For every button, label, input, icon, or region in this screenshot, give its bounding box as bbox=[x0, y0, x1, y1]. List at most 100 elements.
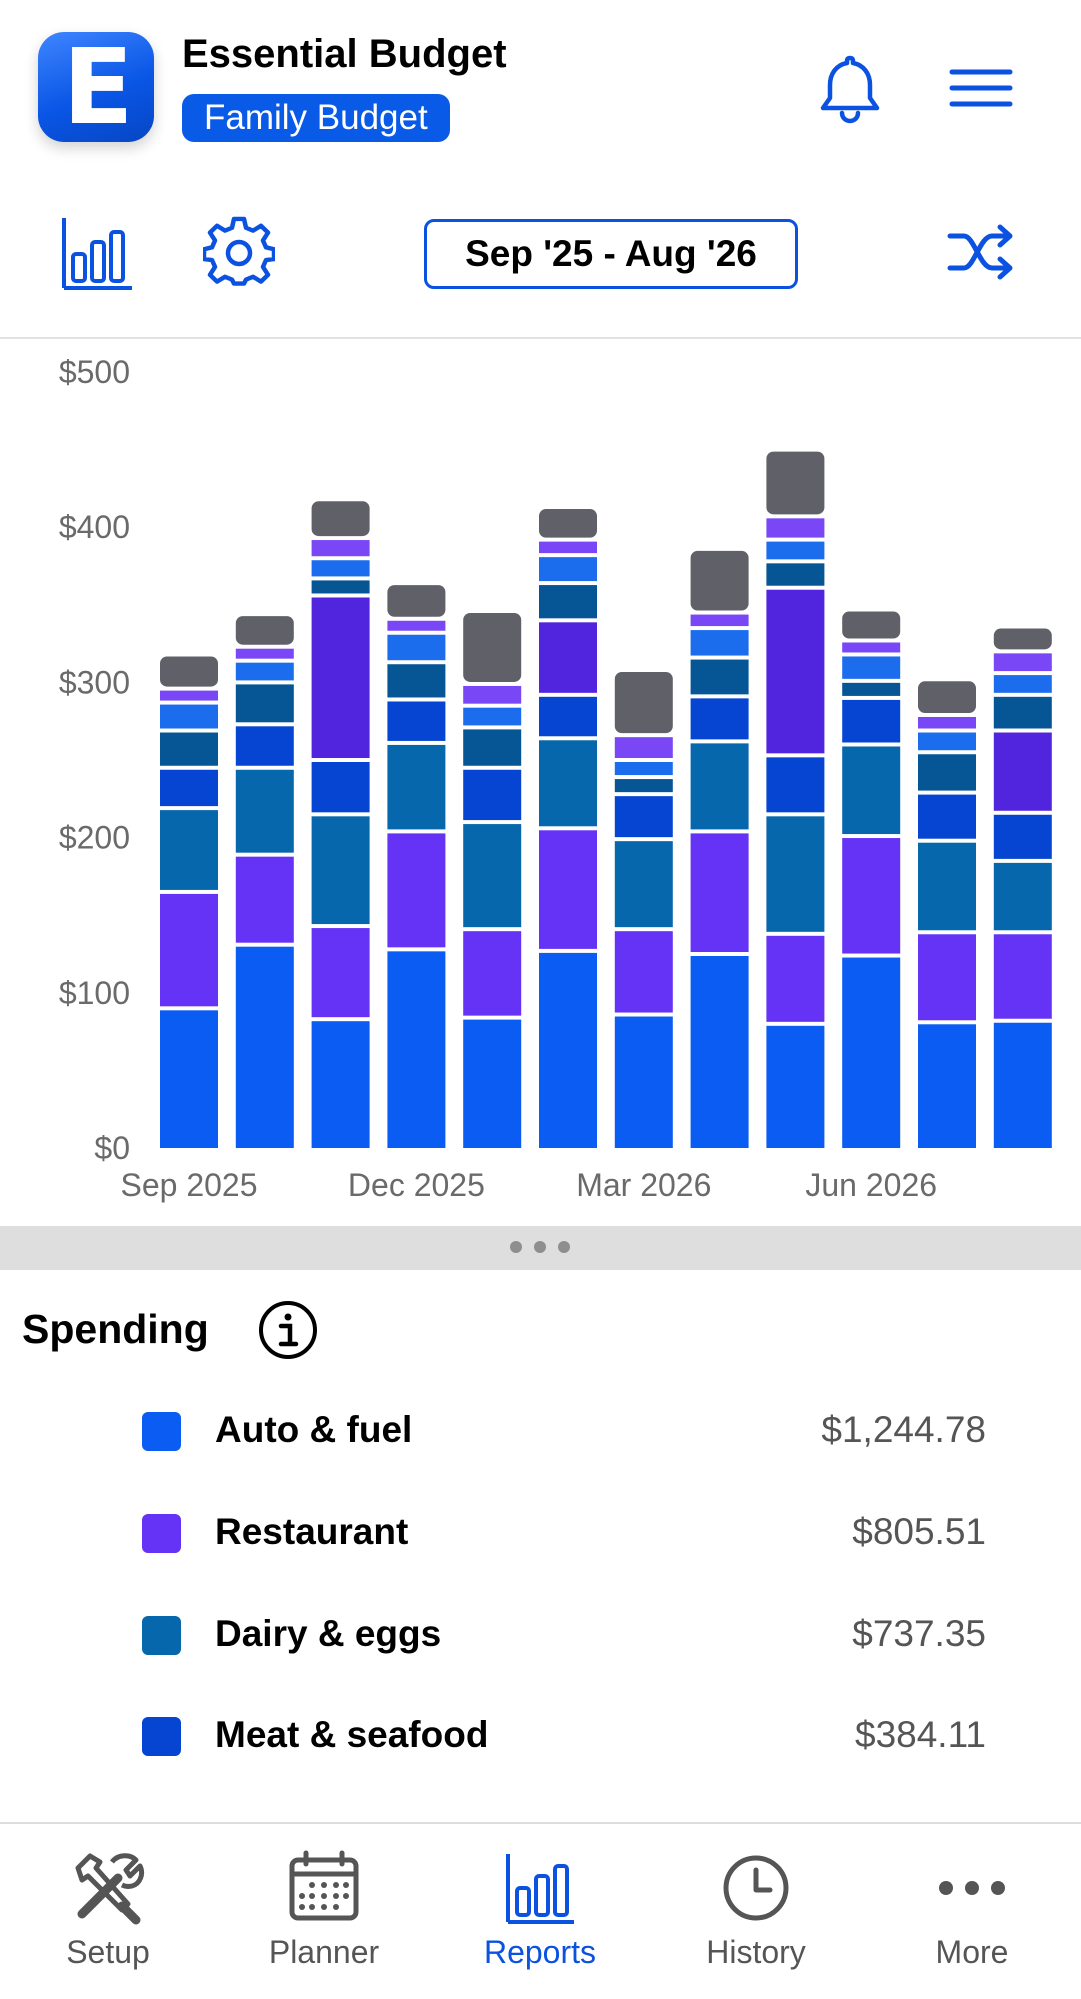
bar-segment[interactable] bbox=[842, 699, 901, 743]
bar-segment[interactable] bbox=[160, 690, 218, 701]
bar-segment[interactable] bbox=[842, 682, 901, 696]
date-range-selector[interactable]: Sep '25 - Aug '26 bbox=[424, 219, 798, 289]
bar-segment[interactable] bbox=[690, 833, 749, 952]
spending-chart[interactable]: $0 $100 $200 $300 $400 $500 Sep 2025 Dec 2025 Ma… bbox=[0, 345, 1081, 1225]
bar-segment[interactable] bbox=[842, 656, 901, 679]
tab-planner[interactable]: Planner bbox=[216, 1824, 432, 1999]
bar-segment[interactable] bbox=[690, 659, 749, 695]
drag-handle-icon[interactable] bbox=[510, 1240, 570, 1254]
bar-segment[interactable] bbox=[463, 729, 522, 766]
bar-segment[interactable] bbox=[842, 611, 901, 639]
bar-segment[interactable] bbox=[766, 1025, 825, 1148]
stacked-bar-chart[interactable]: $0 $100 $200 $300 $400 $500 Sep 2025 Dec 2025 Ma… bbox=[0, 345, 1081, 1225]
bar-segment[interactable] bbox=[690, 630, 749, 656]
bar-segment[interactable] bbox=[918, 732, 976, 751]
bar-segment[interactable] bbox=[993, 814, 1052, 859]
bar-segment[interactable] bbox=[993, 732, 1052, 811]
shuffle-button[interactable] bbox=[946, 222, 1018, 282]
bar-segment[interactable] bbox=[235, 648, 294, 659]
bar-segment[interactable] bbox=[918, 681, 976, 713]
bar-segment[interactable] bbox=[160, 1010, 218, 1148]
bar-segment[interactable] bbox=[690, 698, 749, 740]
bar-segment[interactable] bbox=[235, 662, 294, 681]
bar-segment[interactable] bbox=[463, 707, 522, 726]
bar-segment[interactable] bbox=[539, 740, 597, 827]
bar-segment[interactable] bbox=[614, 737, 673, 758]
bar-segment[interactable] bbox=[311, 580, 370, 594]
bar-segment[interactable] bbox=[766, 935, 825, 1022]
bar-segment[interactable] bbox=[766, 563, 825, 586]
list-item[interactable]: Dairy & eggs $737.35 bbox=[0, 1599, 1081, 1679]
panel-resize-bar[interactable] bbox=[0, 1226, 1081, 1270]
bar-segment[interactable] bbox=[539, 696, 597, 737]
bar-segment[interactable] bbox=[387, 951, 446, 1148]
bar-segment[interactable] bbox=[993, 862, 1052, 931]
bar-segment[interactable] bbox=[160, 769, 218, 807]
bar-segment[interactable] bbox=[614, 931, 673, 1013]
bar-segment[interactable] bbox=[463, 931, 522, 1016]
bar-segment[interactable] bbox=[766, 757, 825, 813]
bar-segment[interactable] bbox=[993, 628, 1052, 650]
bar-segment[interactable] bbox=[311, 560, 370, 577]
bar-segment[interactable] bbox=[463, 685, 522, 704]
bar-segment[interactable] bbox=[160, 704, 218, 729]
bar-segment[interactable] bbox=[387, 701, 446, 741]
bar-segment[interactable] bbox=[766, 589, 825, 754]
bar-segment[interactable] bbox=[160, 893, 218, 1007]
bar-segment[interactable] bbox=[539, 557, 597, 582]
bar-segment[interactable] bbox=[387, 744, 446, 830]
tab-history[interactable]: History bbox=[648, 1824, 864, 1999]
bar-segment[interactable] bbox=[539, 509, 597, 538]
bar-segment[interactable] bbox=[614, 1016, 673, 1148]
tab-more[interactable]: More bbox=[864, 1824, 1080, 1999]
bar-segment[interactable] bbox=[993, 934, 1052, 1019]
bar-segment[interactable] bbox=[311, 540, 370, 557]
bar-segment[interactable] bbox=[311, 1021, 370, 1148]
bar-segment[interactable] bbox=[918, 754, 976, 791]
list-item[interactable]: Meat & seafood $384.11 bbox=[0, 1700, 1081, 1780]
bar-segment[interactable] bbox=[387, 634, 446, 661]
bar-segment[interactable] bbox=[614, 671, 673, 734]
bar-segment[interactable] bbox=[690, 550, 749, 611]
bar-segment[interactable] bbox=[766, 451, 825, 515]
bar-segment[interactable] bbox=[842, 838, 901, 954]
bar-segment[interactable] bbox=[766, 816, 825, 932]
bar-segment[interactable] bbox=[918, 1024, 976, 1148]
bar-segment[interactable] bbox=[235, 726, 294, 766]
bar-segment[interactable] bbox=[539, 952, 597, 1148]
bar-segment[interactable] bbox=[614, 841, 673, 928]
bar-segment[interactable] bbox=[387, 664, 446, 698]
bar-segment[interactable] bbox=[918, 934, 976, 1021]
bar-segment[interactable] bbox=[766, 541, 825, 560]
bar-segment[interactable] bbox=[842, 957, 901, 1148]
chart-type-button[interactable] bbox=[60, 214, 136, 294]
bar-segment[interactable] bbox=[690, 614, 749, 627]
bar-segment[interactable] bbox=[539, 622, 597, 693]
tab-reports[interactable]: Reports bbox=[432, 1824, 648, 1999]
bar-segment[interactable] bbox=[842, 746, 901, 835]
bar-segment[interactable] bbox=[463, 613, 522, 682]
bar-segment[interactable] bbox=[463, 1019, 522, 1148]
bar-segment[interactable] bbox=[311, 816, 370, 925]
bar-segment[interactable] bbox=[614, 779, 673, 793]
bar-segment[interactable] bbox=[539, 541, 597, 554]
bar-segment[interactable] bbox=[311, 597, 370, 758]
bar-segment[interactable] bbox=[993, 653, 1052, 672]
info-button[interactable] bbox=[258, 1300, 318, 1360]
bar-segment[interactable] bbox=[918, 794, 976, 839]
bar-segment[interactable] bbox=[842, 642, 901, 653]
bar-segment[interactable] bbox=[539, 830, 597, 949]
report-settings-button[interactable] bbox=[201, 216, 277, 288]
bar-segment[interactable] bbox=[235, 946, 294, 1148]
notifications-button[interactable] bbox=[810, 52, 890, 126]
bar-segment[interactable] bbox=[766, 518, 825, 538]
bar-segment[interactable] bbox=[918, 716, 976, 729]
bar-segment[interactable] bbox=[235, 856, 294, 943]
bar-segment[interactable] bbox=[235, 616, 294, 645]
bar-segment[interactable] bbox=[160, 810, 218, 890]
bar-segment[interactable] bbox=[463, 769, 522, 821]
bar-segment[interactable] bbox=[311, 762, 370, 813]
bar-segment[interactable] bbox=[160, 656, 218, 687]
list-item[interactable]: Restaurant $805.51 bbox=[0, 1497, 1081, 1577]
bar-segment[interactable] bbox=[311, 501, 370, 537]
